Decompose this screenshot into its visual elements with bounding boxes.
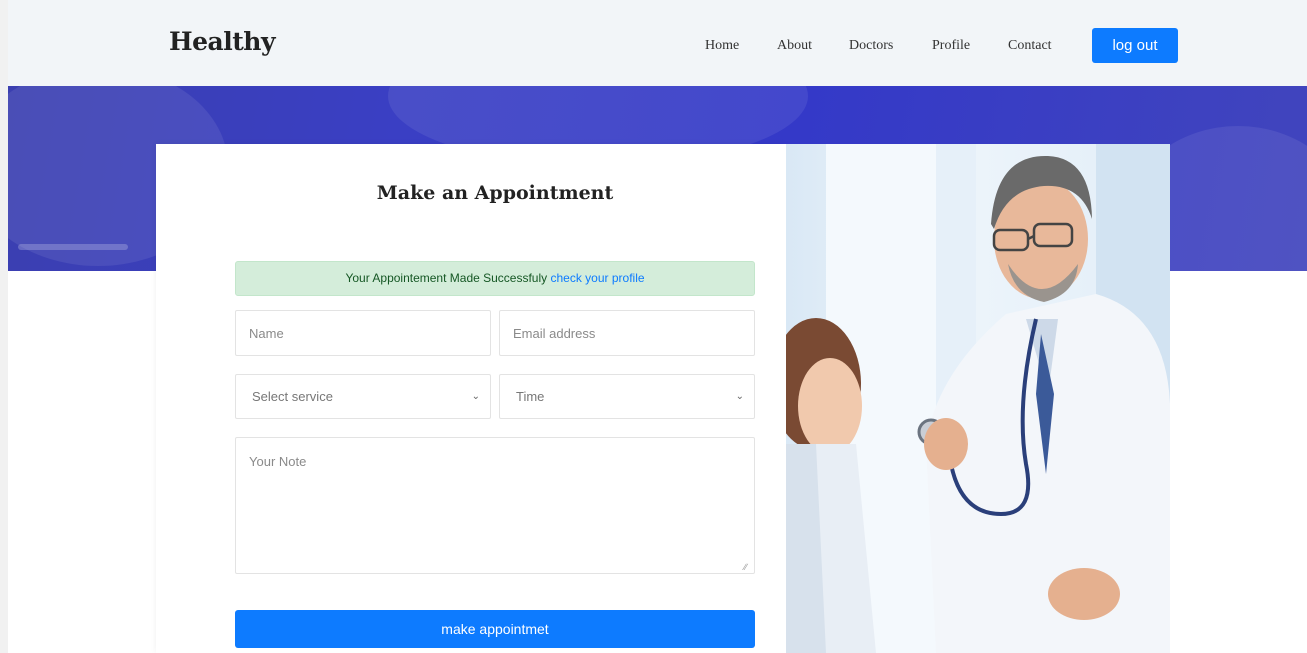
email-input[interactable] bbox=[499, 310, 755, 356]
nav-link-about[interactable]: About bbox=[777, 38, 812, 54]
page-scrollbar-track bbox=[0, 0, 8, 653]
time-select-value: Time bbox=[516, 389, 545, 404]
make-appointment-button[interactable]: make appointmet bbox=[235, 610, 755, 648]
chevron-down-icon: ⌄ bbox=[471, 391, 480, 402]
service-select[interactable]: Select service ⌄ bbox=[235, 374, 491, 419]
note-textarea[interactable] bbox=[235, 437, 755, 574]
alert-message: Your Appointement Made Successfuly bbox=[345, 271, 551, 285]
appointment-form-card: Make an Appointment Your Appointement Ma… bbox=[156, 144, 786, 653]
resize-handle-icon[interactable]: ∕∕ bbox=[744, 563, 752, 572]
time-select[interactable]: Time ⌄ bbox=[499, 374, 755, 419]
hero-decoration-bar bbox=[18, 244, 128, 250]
nav-link-home[interactable]: Home bbox=[705, 38, 739, 54]
nav-link-contact[interactable]: Contact bbox=[1008, 38, 1052, 54]
service-select-value: Select service bbox=[252, 389, 333, 404]
brand-logo[interactable]: Healthy bbox=[169, 27, 275, 56]
name-input[interactable] bbox=[235, 310, 491, 356]
success-alert: Your Appointement Made Successfuly check… bbox=[235, 261, 755, 296]
doctor-photo-illustration bbox=[786, 144, 1170, 653]
nav-link-profile[interactable]: Profile bbox=[932, 38, 970, 54]
profile-link[interactable]: check your profile bbox=[550, 271, 644, 285]
navbar: Healthy Home About Doctors Profile Conta… bbox=[8, 0, 1307, 86]
doctor-photo bbox=[786, 144, 1170, 653]
chevron-down-icon: ⌄ bbox=[735, 391, 744, 402]
nav-link-doctors[interactable]: Doctors bbox=[849, 38, 893, 54]
logout-button[interactable]: log out bbox=[1092, 28, 1178, 63]
form-title: Make an Appointment bbox=[376, 182, 614, 204]
